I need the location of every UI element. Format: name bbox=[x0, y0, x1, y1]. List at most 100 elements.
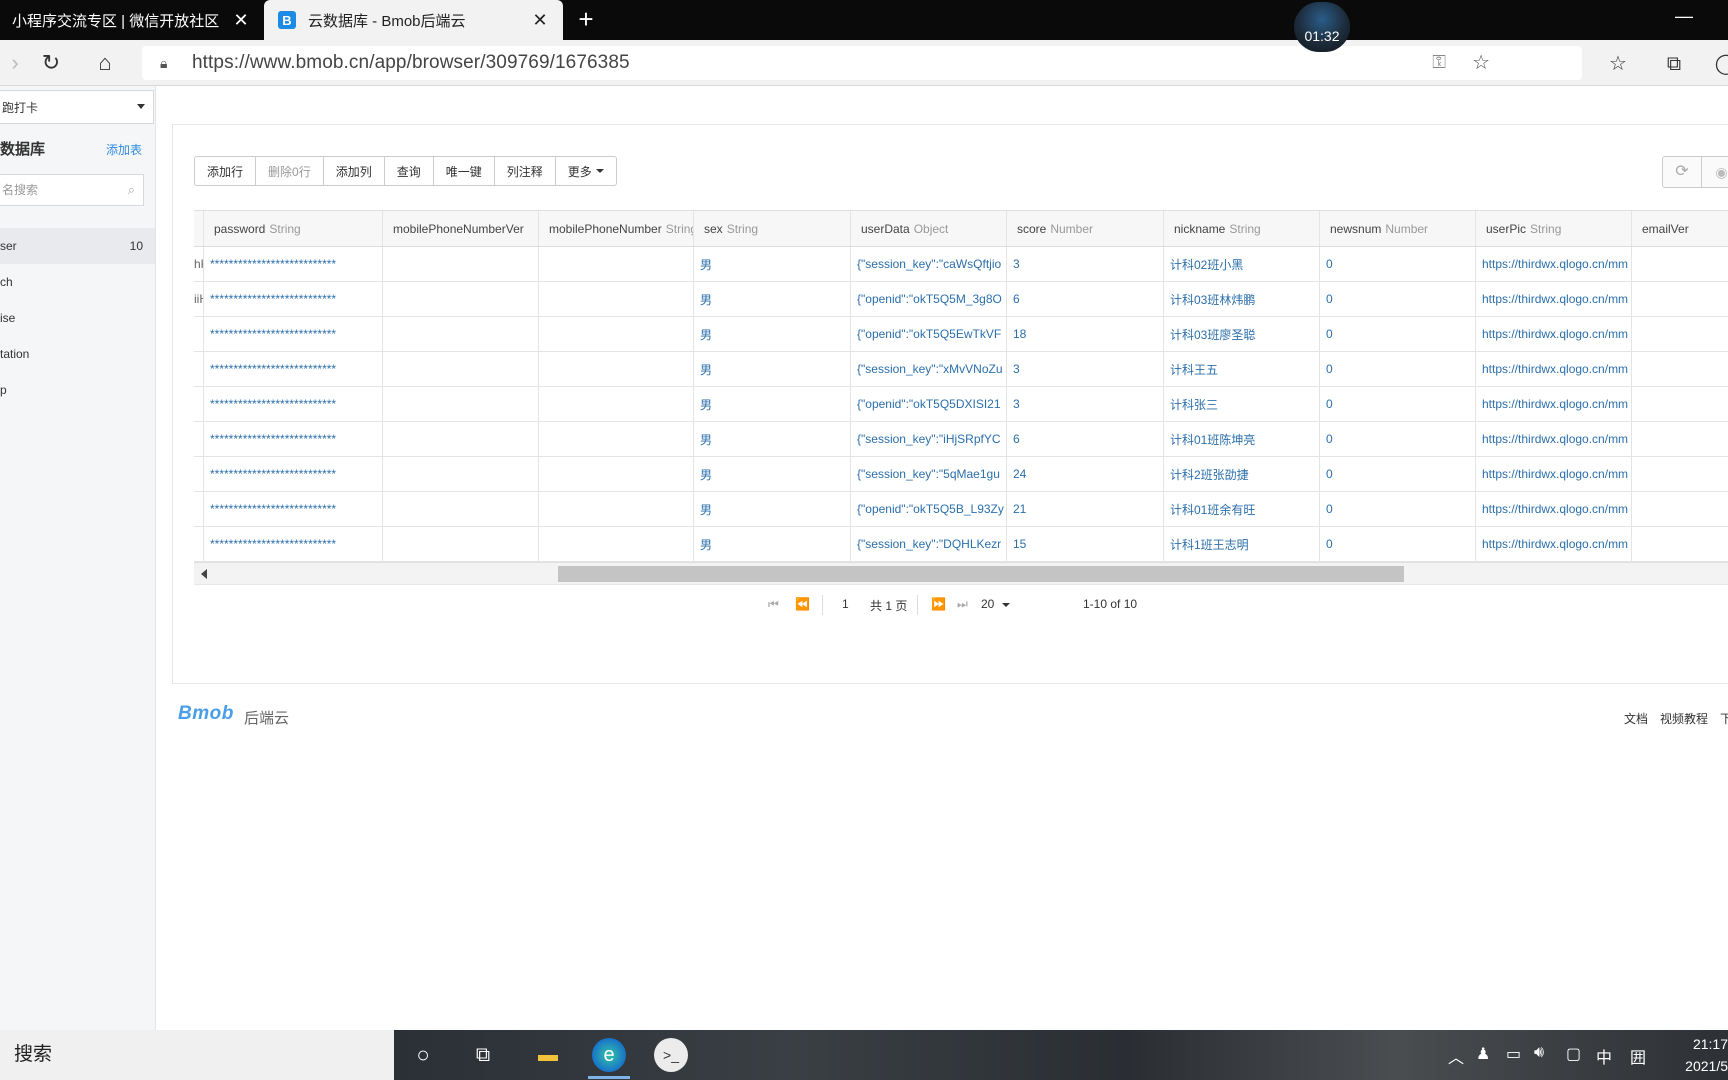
cell-sex[interactable]: 男 bbox=[694, 457, 851, 491]
home-icon[interactable]: ⌂ bbox=[90, 48, 120, 78]
cell-password[interactable]: *************************** bbox=[204, 282, 383, 316]
cell-password[interactable]: *************************** bbox=[204, 457, 383, 491]
cell-newsnum[interactable]: 0 bbox=[1320, 457, 1476, 491]
cell-userpic[interactable]: https://thirdwx.qlogo.cn/mm bbox=[1476, 387, 1632, 421]
cell-userdata[interactable]: {"openid":"okT5Q5EwTkVF bbox=[851, 317, 1007, 351]
cell-row-id[interactable] bbox=[194, 527, 204, 561]
delete-rows-button[interactable]: 删除0行 bbox=[255, 156, 324, 186]
cell-mobilephonenumberverified[interactable] bbox=[383, 492, 539, 526]
cell-userpic[interactable]: https://thirdwx.qlogo.cn/mm bbox=[1476, 317, 1632, 351]
cell-emailverified[interactable] bbox=[1632, 387, 1728, 421]
eye-icon[interactable]: ◉ bbox=[1701, 156, 1728, 188]
volume-icon[interactable]: 🔊︎ bbox=[1534, 1044, 1544, 1062]
search-icon[interactable]: ⌕ bbox=[128, 175, 135, 205]
cell-sex[interactable]: 男 bbox=[694, 387, 851, 421]
app-selector[interactable]: 跑打卡 bbox=[0, 90, 154, 124]
close-tab-icon[interactable]: ✕ bbox=[230, 9, 252, 31]
battery-icon[interactable]: ▭ bbox=[1506, 1044, 1521, 1064]
column-header-password[interactable]: password String bbox=[204, 211, 383, 246]
cell-score[interactable]: 18 bbox=[1007, 317, 1164, 351]
column-header-score[interactable]: score Number bbox=[1007, 211, 1164, 246]
table-row[interactable]: *************************** 男 {"openid":"o… bbox=[194, 317, 1728, 352]
cell-sex[interactable]: 男 bbox=[694, 527, 851, 561]
cell-mobilephonenumberverified[interactable] bbox=[383, 422, 539, 456]
cell-row-id[interactable] bbox=[194, 352, 204, 386]
cell-password[interactable]: *************************** bbox=[204, 527, 383, 561]
cell-row-id[interactable] bbox=[194, 387, 204, 421]
address-bar[interactable]: 🔒︎ https://www.bmob.cn/app/browser/30976… bbox=[142, 46, 1582, 80]
cell-password[interactable]: *************************** bbox=[204, 422, 383, 456]
cell-userpic[interactable]: https://thirdwx.qlogo.cn/mm bbox=[1476, 492, 1632, 526]
cell-emailverified[interactable] bbox=[1632, 282, 1728, 316]
cell-mobilephonenumberverified[interactable] bbox=[383, 352, 539, 386]
column-header-nickname[interactable]: nickname String bbox=[1164, 211, 1320, 246]
key-icon[interactable]: ⚿ bbox=[1432, 52, 1446, 73]
cell-mobilephonenumber[interactable] bbox=[539, 282, 694, 316]
cell-score[interactable]: 3 bbox=[1007, 387, 1164, 421]
column-header-userdata[interactable]: userData Object bbox=[851, 211, 1007, 246]
column-header-newsnum[interactable]: newsnum Number bbox=[1320, 211, 1476, 246]
network-icon[interactable]: ▢ bbox=[1566, 1044, 1581, 1064]
cell-nickname[interactable]: 计科王五 bbox=[1164, 352, 1320, 386]
cell-userdata[interactable]: {"session_key":"iHjSRpfYC bbox=[851, 422, 1007, 456]
column-header-sex[interactable]: sex String bbox=[694, 211, 851, 246]
cell-mobilephonenumber[interactable] bbox=[539, 387, 694, 421]
cell-emailverified[interactable] bbox=[1632, 457, 1728, 491]
cell-password[interactable]: *************************** bbox=[204, 387, 383, 421]
cell-score[interactable]: 3 bbox=[1007, 247, 1164, 281]
column-header-emailverified[interactable]: emailVer bbox=[1632, 211, 1728, 246]
current-page-input[interactable]: 1 bbox=[842, 597, 849, 611]
cell-newsnum[interactable]: 0 bbox=[1320, 492, 1476, 526]
cell-nickname[interactable]: 计科1班王志明 bbox=[1164, 527, 1320, 561]
favorites-icon[interactable]: ☆ bbox=[1604, 50, 1632, 78]
unique-key-button[interactable]: 唯一键 bbox=[432, 156, 495, 186]
cell-userpic[interactable]: https://thirdwx.qlogo.cn/mm bbox=[1476, 422, 1632, 456]
table-row[interactable]: *************************** 男 {"session_ke… bbox=[194, 352, 1728, 387]
scroll-left-icon[interactable] bbox=[201, 569, 207, 579]
cell-userpic[interactable]: https://thirdwx.qlogo.cn/mm bbox=[1476, 247, 1632, 281]
close-tab-icon[interactable]: ✕ bbox=[529, 9, 551, 31]
cell-emailverified[interactable] bbox=[1632, 247, 1728, 281]
cell-nickname[interactable]: 计科01班陈坤亮 bbox=[1164, 422, 1320, 456]
last-page-icon[interactable]: ⏭ bbox=[957, 597, 968, 612]
cortana-icon[interactable]: ○ bbox=[406, 1038, 440, 1072]
cell-newsnum[interactable]: 0 bbox=[1320, 527, 1476, 561]
file-explorer-icon[interactable]: ▬ bbox=[531, 1038, 565, 1072]
cell-nickname[interactable]: 计科01班余有旺 bbox=[1164, 492, 1320, 526]
cell-userpic[interactable]: https://thirdwx.qlogo.cn/mm bbox=[1476, 282, 1632, 316]
cell-row-id[interactable] bbox=[194, 492, 204, 526]
column-header-mobilephonenumber[interactable]: mobilePhoneNumber String bbox=[539, 211, 694, 246]
cell-mobilephonenumberverified[interactable] bbox=[383, 457, 539, 491]
cell-userdata[interactable]: {"openid":"okT5Q5M_3g8O bbox=[851, 282, 1007, 316]
cell-mobilephonenumberverified[interactable] bbox=[383, 317, 539, 351]
cell-row-id[interactable]: hK bbox=[194, 247, 204, 281]
add-row-button[interactable]: 添加行 bbox=[194, 156, 257, 186]
column-header-row-id[interactable] bbox=[194, 211, 204, 246]
refresh-icon[interactable]: ↻ bbox=[36, 48, 66, 78]
cell-emailverified[interactable] bbox=[1632, 527, 1728, 561]
add-column-button[interactable]: 添加列 bbox=[322, 156, 385, 186]
cell-newsnum[interactable]: 0 bbox=[1320, 282, 1476, 316]
cell-mobilephonenumber[interactable] bbox=[539, 352, 694, 386]
cell-mobilephonenumberverified[interactable] bbox=[383, 282, 539, 316]
cell-sex[interactable]: 男 bbox=[694, 492, 851, 526]
cell-password[interactable]: *************************** bbox=[204, 352, 383, 386]
cell-userpic[interactable]: https://thirdwx.qlogo.cn/mm bbox=[1476, 527, 1632, 561]
cell-sex[interactable]: 男 bbox=[694, 247, 851, 281]
footer-link-docs[interactable]: 文档 bbox=[1624, 710, 1648, 727]
task-view-icon[interactable]: ⧉ bbox=[466, 1038, 500, 1072]
cell-userdata[interactable]: {"openid":"okT5Q5DXISI21 bbox=[851, 387, 1007, 421]
edge-browser-icon[interactable]: e bbox=[592, 1038, 626, 1072]
cell-mobilephonenumber[interactable] bbox=[539, 317, 694, 351]
cell-row-id[interactable] bbox=[194, 457, 204, 491]
table-row[interactable]: iiH*************************** 男{"openid"… bbox=[194, 282, 1728, 317]
table-item[interactable]: ise bbox=[0, 300, 155, 336]
cell-mobilephonenumber[interactable] bbox=[539, 492, 694, 526]
table-item[interactable]: ser 10 bbox=[0, 228, 155, 264]
cell-nickname[interactable]: 计科02班小黑 bbox=[1164, 247, 1320, 281]
scrollbar-thumb[interactable] bbox=[558, 566, 1404, 582]
cell-score[interactable]: 3 bbox=[1007, 352, 1164, 386]
table-search-input[interactable]: 名搜索 ⌕ bbox=[0, 174, 144, 206]
column-header-userpic[interactable]: userPic String bbox=[1476, 211, 1632, 246]
cell-row-id[interactable]: iiH bbox=[194, 282, 204, 316]
